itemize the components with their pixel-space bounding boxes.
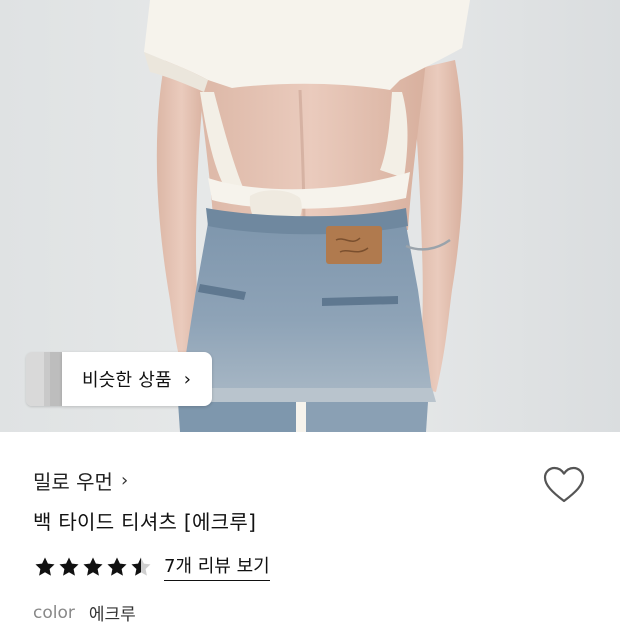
- similar-products-button[interactable]: 비슷한 상품 ›: [26, 352, 212, 406]
- star-icon: [107, 557, 127, 576]
- rating-stars: [34, 556, 154, 578]
- similar-products-pill[interactable]: 비슷한 상품 ›: [62, 352, 212, 406]
- review-link[interactable]: 7개 리뷰 보기: [164, 552, 270, 581]
- star-icon: [35, 557, 55, 576]
- star-icon: [83, 557, 103, 576]
- similar-products-thumbnail: [26, 352, 62, 406]
- wishlist-heart-icon[interactable]: [542, 465, 586, 505]
- similar-products-label: 비슷한 상품: [82, 370, 172, 391]
- product-title: 백 타이드 티셔츠 [에크루]: [33, 510, 257, 534]
- star-icon: [59, 557, 79, 576]
- chevron-right-icon: ›: [120, 470, 129, 491]
- brand-name: 밀로 우먼: [33, 470, 113, 494]
- color-row: color 에크루: [33, 600, 136, 625]
- brand-link[interactable]: 밀로 우먼 ›: [33, 466, 128, 495]
- chevron-right-icon: ›: [183, 368, 192, 390]
- color-value: 에크루: [88, 605, 136, 625]
- star-icon: [131, 557, 151, 576]
- product-photo[interactable]: 비슷한 상품 ›: [0, 0, 620, 432]
- rating-row: 7개 리뷰 보기: [34, 552, 270, 581]
